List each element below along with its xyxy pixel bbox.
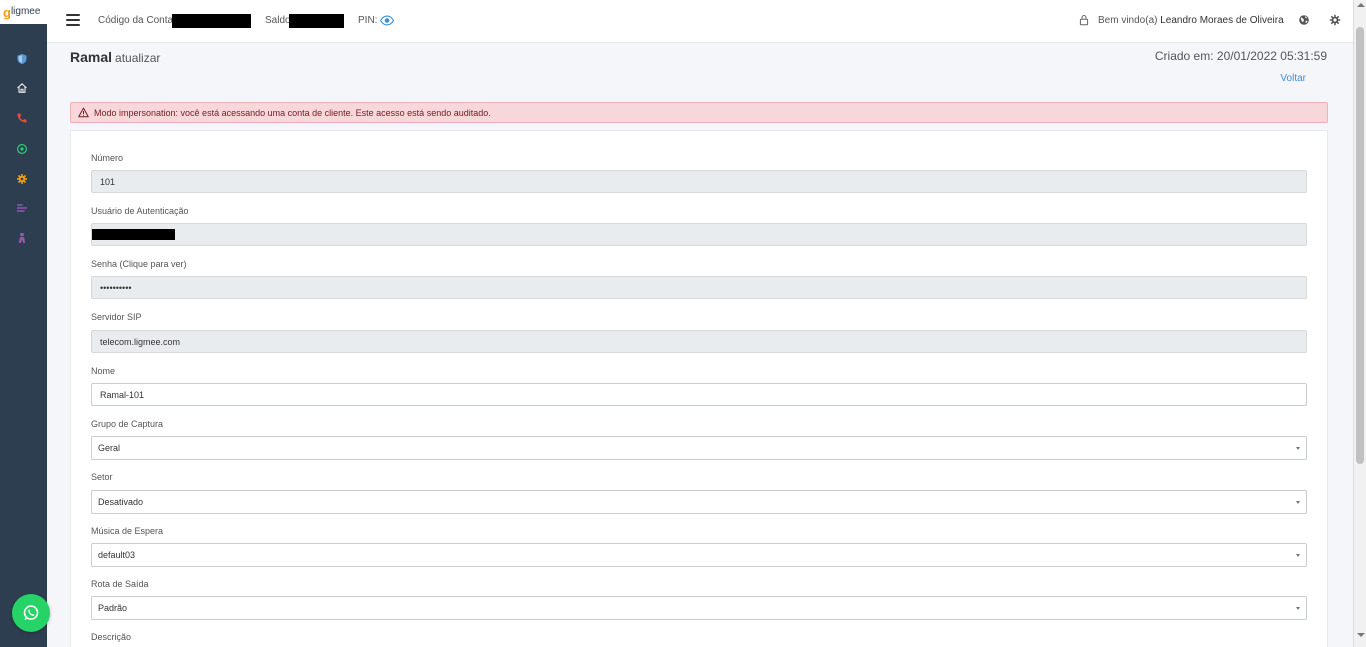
logo-letter: g [3, 4, 11, 20]
sidebar-item-user[interactable] [14, 230, 30, 246]
setor-value: Desativado [98, 497, 144, 507]
balance-label: Saldo [265, 15, 291, 26]
lock-icon [1079, 14, 1089, 26]
gear-icon [1329, 14, 1341, 26]
topbar: Código da Conta: Saldo PIN: Bem vindo(a)… [47, 0, 1353, 43]
created-timestamp: Criado em: 20/01/2022 05:31:59 [1154, 49, 1327, 63]
globe-icon [1299, 15, 1309, 25]
numero-input[interactable] [91, 170, 1307, 193]
welcome-label: Bem vindo(a) [1098, 15, 1158, 26]
list-icon [17, 204, 27, 212]
welcome-text: Bem vindo(a) Leandro Moraes de Oliveira [1098, 15, 1284, 26]
lock-icon [1077, 13, 1091, 27]
chevron-down-icon [1296, 501, 1300, 504]
grupo-captura-select[interactable]: Geral [91, 436, 1307, 460]
menu-toggle-button[interactable] [66, 14, 80, 26]
senha-input[interactable] [91, 276, 1307, 299]
sidebar-item-list[interactable] [14, 200, 30, 216]
usuario-input[interactable] [91, 223, 1307, 246]
rota-label: Rota de Saída [91, 579, 149, 589]
balance-redacted [289, 14, 344, 28]
gear-icon [17, 174, 27, 184]
sidebar-item-whatsapp[interactable] [14, 141, 30, 157]
whatsapp-icon [16, 143, 28, 155]
rota-saida-select[interactable]: Padrão [91, 596, 1307, 620]
servidor-label: Servidor SIP [91, 312, 142, 322]
setor-label: Setor [91, 472, 113, 482]
logo[interactable]: g ligmee [0, 0, 47, 24]
numero-label: Número [91, 153, 124, 163]
page-subtitle: atualizar [115, 51, 161, 65]
settings-button[interactable] [1328, 13, 1342, 27]
whatsapp-icon [23, 605, 39, 620]
chevron-down-icon [1296, 554, 1300, 557]
sidebar-item-home[interactable] [14, 80, 30, 96]
home-icon [17, 83, 27, 93]
servidor-sip-input[interactable] [91, 330, 1307, 353]
descricao-label: Descrição [91, 632, 132, 642]
chevron-down-icon [1296, 447, 1300, 450]
nome-label: Nome [91, 366, 116, 376]
musica-label: Música de Espera [91, 526, 164, 536]
scroll-up-arrow[interactable] [1357, 3, 1365, 7]
sidebar-item-settings[interactable] [14, 171, 30, 187]
account-code-redacted [172, 14, 251, 28]
account-code-label: Código da Conta: [98, 15, 176, 26]
musica-value: default03 [98, 550, 136, 560]
pin-toggle-button[interactable] [378, 13, 396, 27]
user-icon [19, 233, 25, 243]
warning-icon [78, 107, 89, 118]
scrollbar-thumb[interactable] [1356, 27, 1364, 464]
rota-value: Padrão [98, 603, 128, 613]
shield-icon [17, 54, 27, 64]
phone-icon [17, 113, 27, 123]
page-title-text: Ramal [70, 49, 113, 65]
sidebar-item-phone[interactable] [14, 110, 30, 126]
eye-icon [379, 15, 395, 25]
logo-text: ligmee [10, 6, 41, 17]
musica-espera-select[interactable]: default03 [91, 543, 1307, 567]
impersonation-alert: Modo impersonation: você está acessando … [70, 102, 1328, 123]
usuario-label: Usuário de Autenticação [91, 206, 189, 216]
grupo-label: Grupo de Captura [91, 419, 164, 429]
chevron-down-icon [1296, 607, 1300, 610]
back-link[interactable]: Voltar [1280, 73, 1306, 84]
alert-text: Modo impersonation: você está acessando … [94, 107, 491, 118]
usuario-redacted [92, 229, 175, 240]
grupo-value: Geral [98, 443, 121, 453]
language-button[interactable] [1297, 13, 1311, 27]
user-name[interactable]: Leandro Moraes de Oliveira [1160, 15, 1283, 26]
pin-label: PIN: [358, 15, 378, 26]
scroll-down-arrow[interactable] [1357, 633, 1365, 637]
whatsapp-chat-button[interactable] [12, 594, 50, 632]
sidebar: g ligmee [0, 0, 50, 647]
senha-label: Senha (Clique para ver) [91, 259, 187, 269]
scrollbar[interactable] [1353, 0, 1366, 647]
page-title: Ramal atualizar [70, 49, 160, 65]
sidebar-item-shield[interactable] [14, 51, 30, 67]
nome-input[interactable] [91, 383, 1307, 406]
setor-select[interactable]: Desativado [91, 490, 1307, 514]
